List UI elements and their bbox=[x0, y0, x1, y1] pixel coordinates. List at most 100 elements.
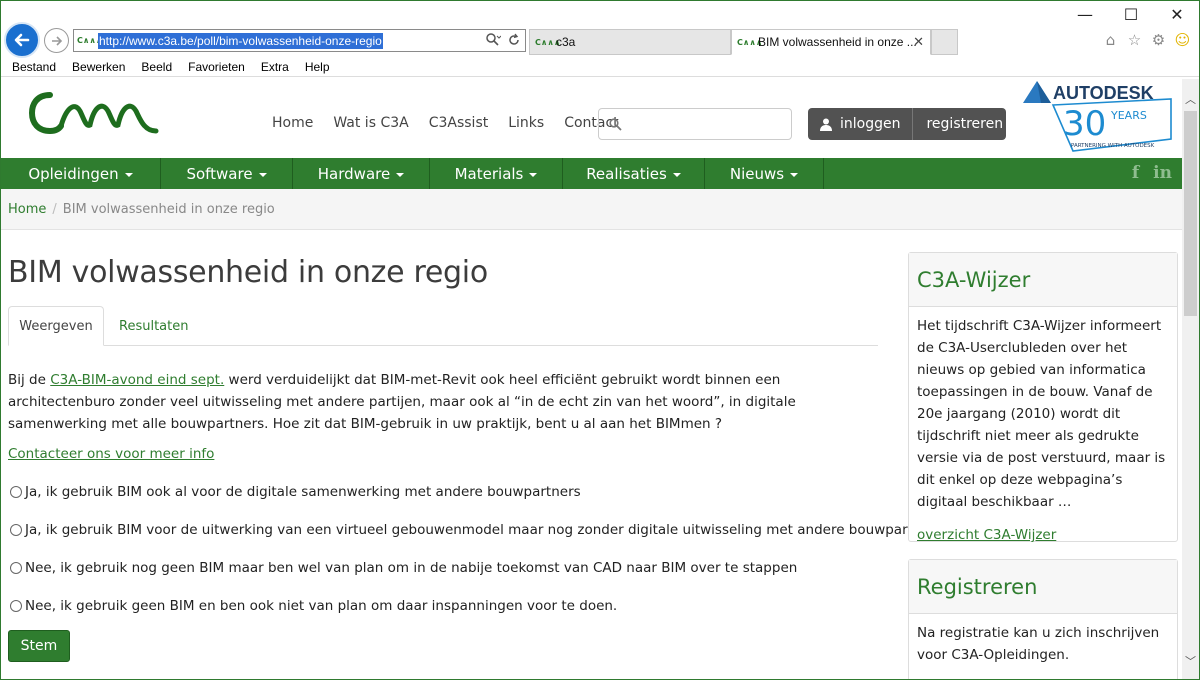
site-favicon-icon: C∧∧∧ bbox=[737, 37, 763, 47]
bim-avond-link[interactable]: C3A-BIM-avond eind sept. bbox=[50, 372, 224, 388]
poll-option[interactable]: Nee, ik gebruik geen BIM en ben ook niet… bbox=[10, 598, 617, 614]
address-url[interactable]: http://www.c3a.be/poll/bim-volwassenheid… bbox=[98, 32, 383, 49]
page-viewport: Home Wat is C3A C3Assist Links Contact i… bbox=[1, 79, 1182, 679]
nav-opleidingen[interactable]: Opleidingen bbox=[1, 158, 161, 189]
browser-tab-c3a[interactable]: C∧∧∧ c3a bbox=[529, 29, 731, 55]
smiley-feedback-icon[interactable]: ☺ bbox=[1173, 30, 1192, 49]
nav-realisaties[interactable]: Realisaties bbox=[563, 158, 705, 189]
search-input[interactable] bbox=[630, 116, 790, 132]
auth-buttons: inloggen registreren bbox=[808, 108, 1006, 140]
address-bar[interactable]: C∧∧∧ http://www.c3a.be/poll/bim-volwasse… bbox=[73, 29, 526, 52]
nav-wat-is-c3a[interactable]: Wat is C3A bbox=[333, 115, 408, 131]
option-label: Ja, ik gebruik BIM ook al voor de digita… bbox=[25, 484, 581, 500]
panel-body: Na registratie kan u zich inschrijven vo… bbox=[917, 625, 1160, 663]
maximize-button[interactable]: ☐ bbox=[1120, 5, 1142, 25]
option-label: Nee, ik gebruik nog geen BIM maar ben we… bbox=[25, 560, 798, 576]
scrollbar-thumb[interactable] bbox=[1184, 111, 1197, 316]
caret-down-icon bbox=[672, 172, 681, 177]
tab-resultaten[interactable]: Resultaten bbox=[119, 306, 188, 346]
site-search bbox=[598, 108, 792, 140]
favorites-star-icon[interactable]: ☆ bbox=[1125, 30, 1144, 49]
poll-option[interactable]: Ja, ik gebruik BIM ook al voor de digita… bbox=[10, 484, 581, 500]
home-icon[interactable]: ⌂ bbox=[1101, 30, 1120, 49]
caret-down-icon bbox=[258, 172, 267, 177]
nav-label: Hardware bbox=[317, 164, 391, 183]
poll-option[interactable]: Ja, ik gebruik BIM voor de uitwerking va… bbox=[10, 522, 913, 538]
gear-icon[interactable]: ⚙ bbox=[1149, 30, 1168, 49]
c3a-wijzer-panel: C3A-Wijzer Het tijdschrift C3A-Wijzer in… bbox=[908, 252, 1178, 543]
menu-help[interactable]: Help bbox=[305, 57, 330, 76]
login-label: inloggen bbox=[840, 116, 901, 132]
menu-beeld[interactable]: Beeld bbox=[141, 57, 172, 76]
tab-weergeven[interactable]: Weergeven bbox=[8, 306, 104, 346]
radio-button[interactable] bbox=[10, 600, 22, 612]
radio-button[interactable] bbox=[10, 486, 22, 498]
tab-close-icon[interactable]: ✕ bbox=[913, 34, 924, 50]
browser-chrome: C∧∧∧ http://www.c3a.be/poll/bim-volwasse… bbox=[1, 1, 1199, 78]
page-title: BIM volwassenheid in onze regio bbox=[8, 255, 488, 290]
autodesk-years-word: YEARS bbox=[1110, 109, 1147, 122]
breadcrumb-separator: / bbox=[52, 201, 57, 217]
vote-button[interactable]: Stem bbox=[8, 630, 70, 662]
caret-down-icon bbox=[790, 172, 799, 177]
nav-label: Opleidingen bbox=[28, 164, 119, 183]
forward-button[interactable] bbox=[44, 28, 69, 53]
menu-bar: Bestand Bewerken Beeld Favorieten Extra … bbox=[1, 57, 1199, 77]
nav-links[interactable]: Links bbox=[508, 115, 544, 131]
site-header: Home Wat is C3A C3Assist Links Contact i… bbox=[1, 79, 1182, 158]
poll-option[interactable]: Nee, ik gebruik nog geen BIM maar ben we… bbox=[10, 560, 797, 576]
breadcrumb-current: BIM volwassenheid in onze regio bbox=[62, 201, 275, 217]
scroll-up-icon[interactable]: ︿ bbox=[1185, 91, 1196, 107]
browser-tab-active[interactable]: C∧∧∧ BIM volwassenheid in onze ... ✕ bbox=[731, 29, 931, 55]
nav-hardware[interactable]: Hardware bbox=[293, 158, 430, 189]
breadcrumb-home[interactable]: Home bbox=[8, 202, 46, 217]
radio-button[interactable] bbox=[10, 524, 22, 536]
nav-materials[interactable]: Materials bbox=[430, 158, 563, 189]
caret-down-icon bbox=[124, 172, 133, 177]
option-label: Ja, ik gebruik BIM voor de uitwerking va… bbox=[25, 522, 913, 538]
tab-label: c3a bbox=[556, 35, 576, 49]
close-window-button[interactable]: ✕ bbox=[1166, 5, 1188, 25]
login-button[interactable]: inloggen bbox=[808, 108, 914, 140]
site-favicon-icon: C∧∧∧ bbox=[535, 37, 561, 47]
caret-down-icon bbox=[396, 172, 405, 177]
autodesk-30-years-logo[interactable]: AUTODESK 30 YEARS PARTNERING WITH AUTODE… bbox=[1019, 79, 1175, 153]
menu-bewerken[interactable]: Bewerken bbox=[72, 57, 125, 76]
back-button[interactable] bbox=[4, 22, 40, 58]
nav-home[interactable]: Home bbox=[272, 115, 313, 131]
refresh-icon[interactable] bbox=[507, 32, 521, 48]
c3a-logo[interactable] bbox=[28, 89, 160, 137]
poll-intro: Bij de C3A-BIM-avond eind sept. werd ver… bbox=[8, 369, 878, 435]
panel-title: C3A-Wijzer bbox=[909, 253, 1177, 307]
back-arrow-icon bbox=[14, 33, 30, 47]
nav-nieuws[interactable]: Nieuws bbox=[705, 158, 824, 189]
scroll-down-icon[interactable]: ﹀ bbox=[1185, 653, 1196, 669]
vertical-scrollbar[interactable]: ︿ ﹀ bbox=[1182, 79, 1199, 679]
facebook-icon[interactable]: f bbox=[1132, 163, 1139, 183]
user-icon bbox=[820, 118, 832, 131]
panel-title: Registreren bbox=[909, 560, 1177, 614]
new-tab-button[interactable] bbox=[931, 29, 958, 55]
main-navigation: Opleidingen Software Hardware Materials … bbox=[1, 158, 1182, 189]
nav-label: Realisaties bbox=[586, 164, 667, 183]
radio-button[interactable] bbox=[10, 562, 22, 574]
menu-favorieten[interactable]: Favorieten bbox=[188, 57, 245, 76]
register-button[interactable]: registreren bbox=[913, 116, 1003, 132]
contact-info-link[interactable]: Contacteer ons voor meer info bbox=[8, 446, 214, 462]
registreren-panel: Registreren Na registratie kan u zich in… bbox=[908, 559, 1178, 679]
menu-bestand[interactable]: Bestand bbox=[12, 57, 56, 76]
linkedin-icon[interactable]: in bbox=[1153, 163, 1172, 183]
top-navigation: Home Wat is C3A C3Assist Links Contact bbox=[272, 115, 619, 131]
nav-label: Software bbox=[186, 164, 253, 183]
option-label: Nee, ik gebruik geen BIM en ben ook niet… bbox=[25, 598, 618, 614]
nav-c3assist[interactable]: C3Assist bbox=[429, 115, 489, 131]
overzicht-wijzer-link[interactable]: overzicht C3A-Wijzer bbox=[917, 527, 1056, 543]
site-favicon-icon: C∧∧∧ bbox=[77, 36, 103, 45]
nav-software[interactable]: Software bbox=[161, 158, 293, 189]
breadcrumb: Home / BIM volwassenheid in onze regio bbox=[1, 189, 1182, 230]
nav-label: Nieuws bbox=[729, 164, 785, 183]
minimize-button[interactable]: — bbox=[1074, 5, 1096, 25]
panel-body: Het tijdschrift C3A-Wijzer informeert de… bbox=[917, 318, 1166, 510]
menu-extra[interactable]: Extra bbox=[261, 57, 289, 76]
search-icon[interactable] bbox=[485, 32, 501, 48]
